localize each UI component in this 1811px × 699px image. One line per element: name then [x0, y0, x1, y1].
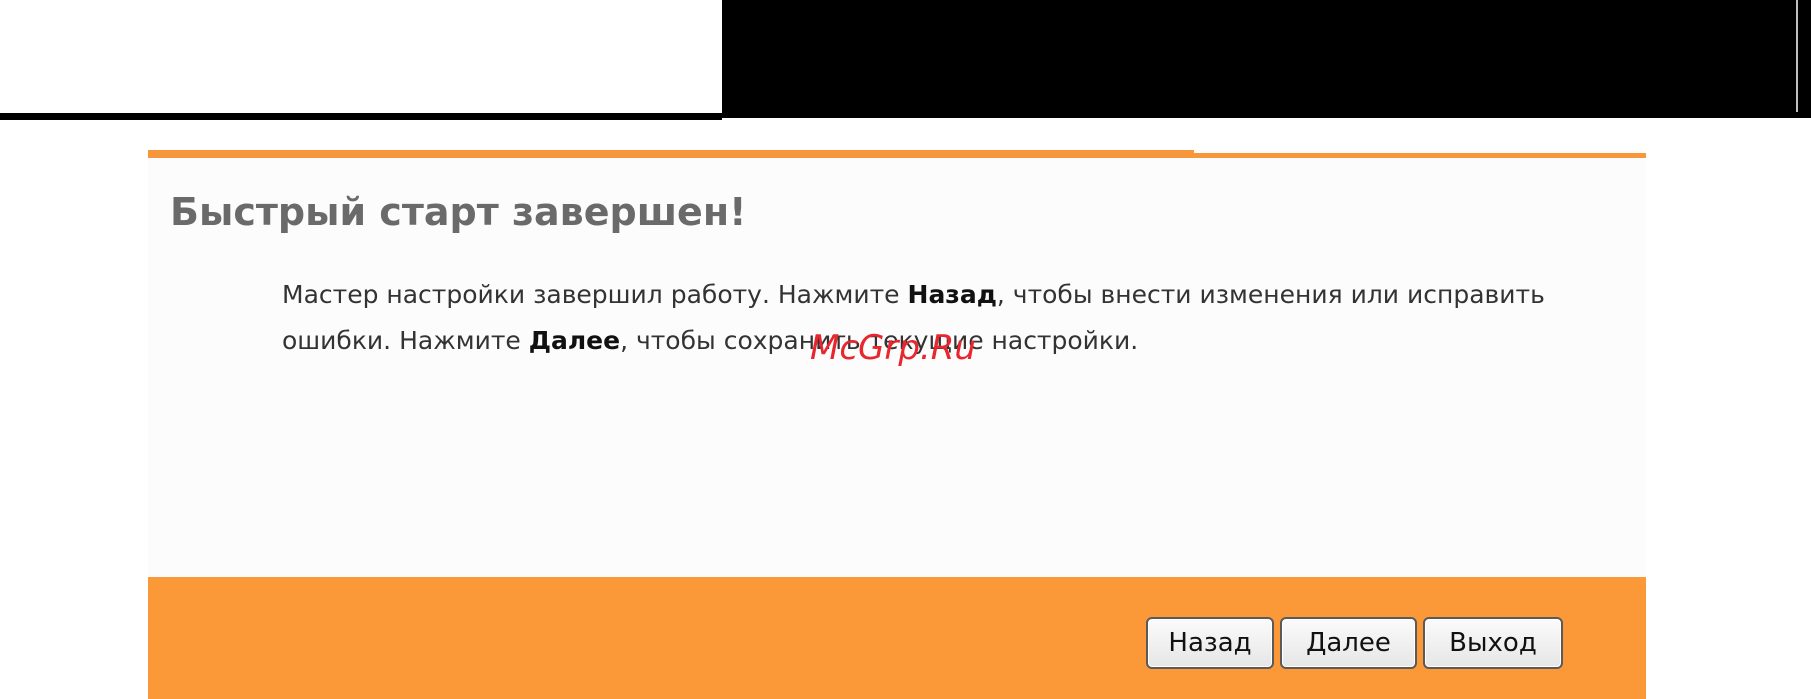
orange-top-bar-thin [1194, 153, 1646, 158]
scan-border-line [0, 113, 722, 120]
orange-top-bar [148, 150, 1194, 158]
message-text-1: Мастер настройки завершил работу. Нажмит… [282, 280, 908, 309]
message-next-emphasis: Далее [528, 326, 621, 355]
exit-button[interactable]: Выход [1423, 617, 1563, 669]
page-title: Быстрый старт завершен! [170, 190, 747, 234]
scan-black-region [722, 0, 1811, 118]
next-button[interactable]: Далее [1280, 617, 1417, 669]
message-back-emphasis: Назад [907, 280, 997, 309]
back-button[interactable]: Назад [1146, 617, 1274, 669]
scan-edge-mark [1796, 0, 1798, 112]
scan-edge-strip [1796, 0, 1811, 118]
button-bar: Назад Далее Выход [148, 577, 1646, 699]
wizard-panel: Быстрый старт завершен! Мастер настройки… [148, 150, 1646, 699]
page: Быстрый старт завершен! Мастер настройки… [0, 0, 1811, 699]
watermark-text: McGrp.Ru [810, 328, 976, 368]
